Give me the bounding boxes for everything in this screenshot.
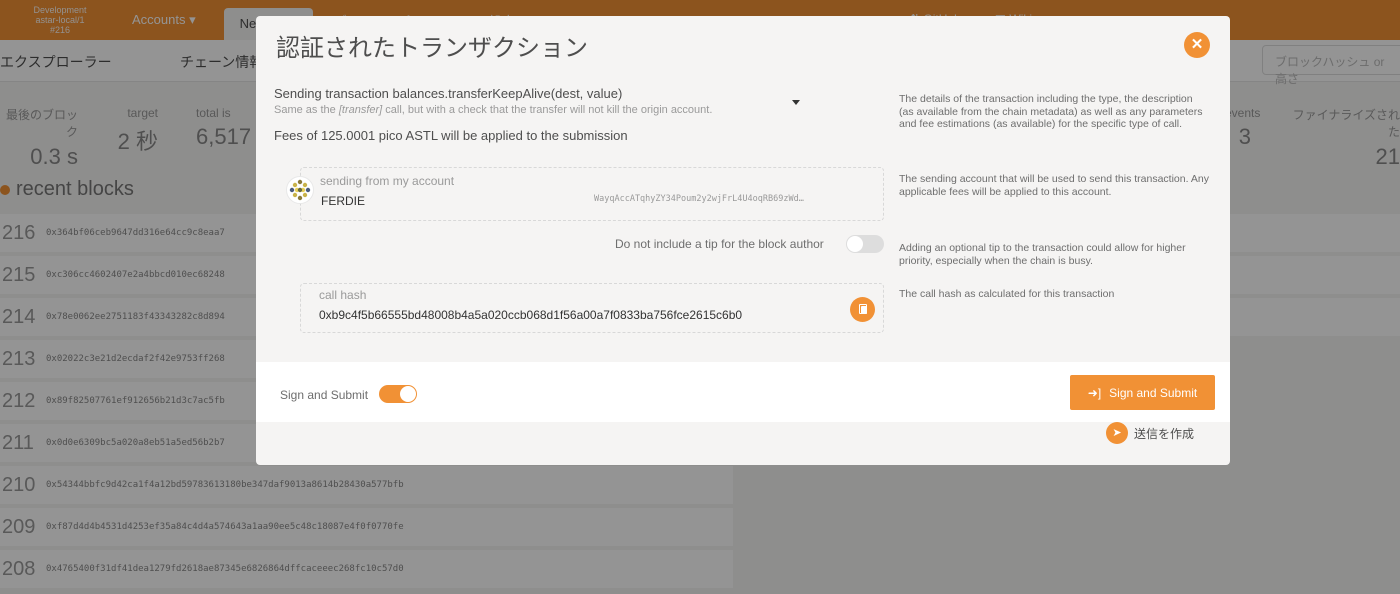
paper-plane-icon: ➤ bbox=[1106, 422, 1128, 444]
call-hash-value[interactable]: 0xb9c4f5b66555bd48008b4a5a020ccb068d1f56… bbox=[319, 308, 742, 322]
compose-label: 送信を作成 bbox=[1134, 426, 1195, 441]
toggle-knob bbox=[400, 386, 416, 402]
sign-submit-toggle[interactable] bbox=[379, 385, 417, 403]
copy-button[interactable] bbox=[850, 297, 875, 322]
method-desc-prefix: Same as the bbox=[274, 104, 339, 116]
modal-footer: Sign and Submit ➜] Sign and Submit bbox=[256, 362, 1230, 422]
sign-in-icon: ➜] bbox=[1087, 385, 1102, 400]
help-method: The details of the transaction including… bbox=[899, 93, 1203, 130]
method-description: Same as the [transfer] call, but with a … bbox=[274, 104, 886, 116]
avatar bbox=[286, 176, 314, 204]
help-hash: The call hash as calculated for this tra… bbox=[899, 288, 1115, 300]
transaction-details: Sending transaction balances.transferKee… bbox=[274, 86, 886, 143]
call-hash-label: call hash bbox=[319, 288, 367, 302]
tip-toggle[interactable] bbox=[846, 235, 884, 253]
method-desc-suffix: call, but with a check that the transfer… bbox=[382, 104, 713, 116]
help-account: The sending account that will be used to… bbox=[899, 173, 1209, 198]
account-address: WayqAccATqhyZY34Poum2y2wjFrL4U4oqRB69zWd… bbox=[594, 194, 804, 204]
chevron-down-icon[interactable] bbox=[792, 100, 800, 105]
sign-submit-label: Sign and Submit bbox=[280, 388, 369, 402]
method-desc-call: [transfer] bbox=[338, 104, 383, 116]
authorize-transaction-modal: 認証されたトランザクション ✕ Sending transaction bala… bbox=[256, 16, 1230, 465]
submit-label: Sign and Submit bbox=[1109, 385, 1198, 400]
tip-label: Do not include a tip for the block autho… bbox=[615, 237, 824, 251]
close-icon: ✕ bbox=[1190, 36, 1204, 53]
compose-transfer-button[interactable]: ➤ 送信を作成 bbox=[1106, 422, 1194, 444]
help-tip: Adding an optional tip to the transactio… bbox=[899, 242, 1186, 267]
account-label: sending from my account bbox=[320, 174, 455, 188]
modal-title: 認証されたトランザクション bbox=[276, 35, 588, 62]
toggle-knob bbox=[847, 236, 863, 252]
method-title: Sending transaction balances.transferKee… bbox=[274, 86, 623, 101]
account-name: FERDIE bbox=[321, 194, 366, 208]
sign-and-submit-button[interactable]: ➜] Sign and Submit bbox=[1070, 375, 1215, 410]
close-button[interactable]: ✕ bbox=[1184, 32, 1210, 58]
fee-info: Fees of 125.0001 pico ASTL will be appli… bbox=[274, 128, 628, 143]
